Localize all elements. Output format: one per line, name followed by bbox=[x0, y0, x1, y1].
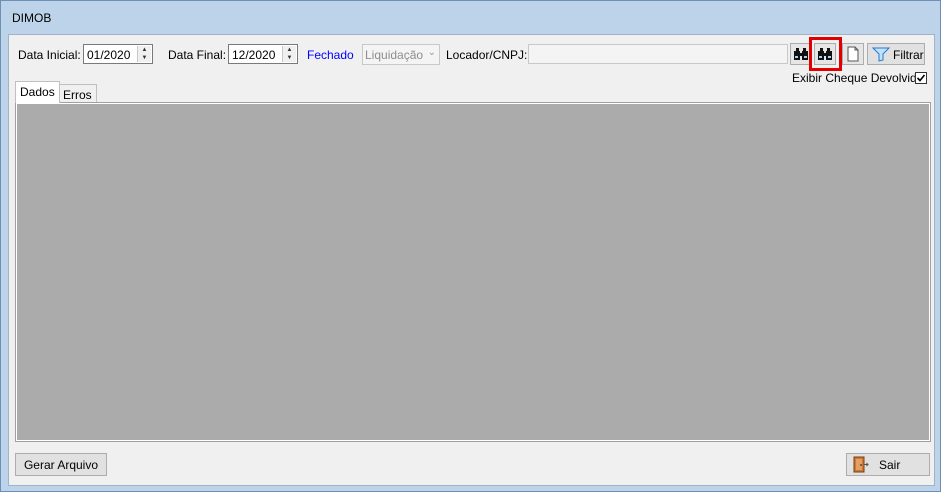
window-title: DIMOB bbox=[12, 11, 52, 25]
highlight-box bbox=[809, 37, 842, 71]
data-grid[interactable] bbox=[17, 104, 929, 440]
document-icon bbox=[847, 46, 859, 62]
gerar-arquivo-button[interactable]: Gerar Arquivo bbox=[15, 453, 107, 476]
locador-label: Locador/CNPJ: bbox=[446, 48, 528, 62]
exibir-cheque-label: Exibir Cheque Devolvido bbox=[792, 71, 924, 85]
clear-button[interactable] bbox=[842, 43, 864, 65]
filtrar-label: Filtrar bbox=[893, 48, 924, 62]
spin-down-icon[interactable]: ▼ bbox=[138, 54, 151, 62]
data-inicial-value: 01/2020 bbox=[87, 48, 131, 62]
filtrar-button[interactable]: Filtrar bbox=[867, 43, 925, 65]
fechado-link[interactable]: Fechado bbox=[307, 48, 354, 62]
exibir-cheque-checkbox[interactable] bbox=[915, 72, 927, 84]
funnel-icon bbox=[872, 47, 890, 62]
tab-dados[interactable]: Dados bbox=[15, 81, 60, 103]
data-inicial-stepper[interactable]: 01/2020 ▲ ▼ bbox=[83, 44, 153, 64]
tab-erros[interactable]: Erros bbox=[58, 84, 97, 104]
dimob-window: DIMOB Data Inicial: 01/2020 ▲ ▼ Data Fin… bbox=[0, 0, 941, 492]
binoculars-icon bbox=[794, 48, 808, 60]
locador-input[interactable] bbox=[528, 44, 788, 64]
tab-panel-dados bbox=[15, 102, 931, 442]
spin-down-icon[interactable]: ▼ bbox=[283, 54, 296, 62]
data-final-spin-arrows[interactable]: ▲ ▼ bbox=[282, 46, 296, 62]
data-final-label: Data Final: bbox=[168, 48, 227, 62]
spin-up-icon[interactable]: ▲ bbox=[283, 46, 296, 54]
spin-up-icon[interactable]: ▲ bbox=[138, 46, 151, 54]
liquidacao-select[interactable]: Liquidação ⌄ bbox=[362, 44, 440, 65]
data-final-value: 12/2020 bbox=[232, 48, 276, 62]
sair-button[interactable]: Sair bbox=[846, 453, 930, 476]
checkmark-icon bbox=[916, 74, 926, 82]
gerar-arquivo-label: Gerar Arquivo bbox=[23, 458, 99, 472]
sair-label: Sair bbox=[879, 458, 901, 472]
data-inicial-spin-arrows[interactable]: ▲ ▼ bbox=[137, 46, 151, 62]
chevron-down-icon: ⌄ bbox=[427, 47, 436, 58]
data-final-stepper[interactable]: 12/2020 ▲ ▼ bbox=[228, 44, 298, 64]
client-area: Data Inicial: 01/2020 ▲ ▼ Data Final: 12… bbox=[8, 34, 935, 486]
data-inicial-label: Data Inicial: bbox=[18, 48, 81, 62]
title-bar: DIMOB bbox=[1, 1, 940, 34]
liquidacao-value: Liquidação bbox=[365, 48, 424, 62]
exit-door-icon bbox=[853, 456, 869, 473]
